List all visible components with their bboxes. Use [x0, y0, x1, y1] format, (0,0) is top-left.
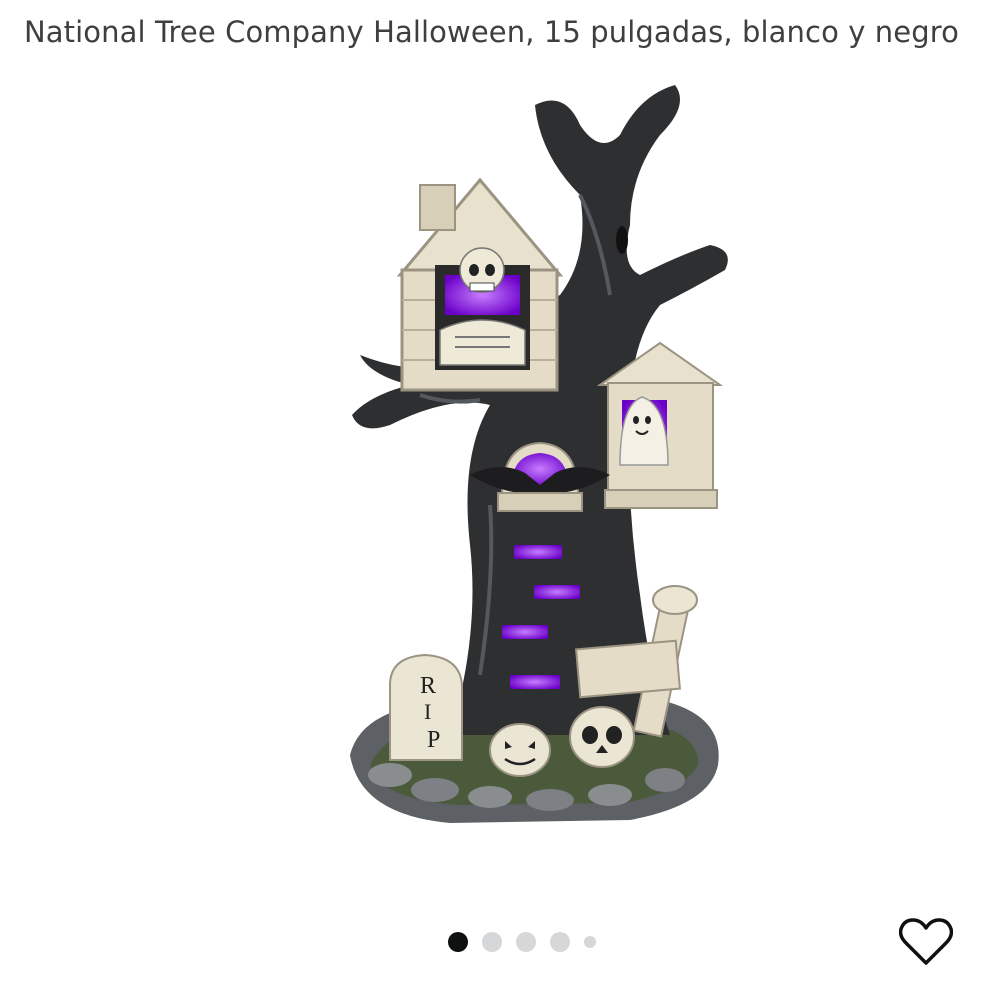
svg-text:P: P	[427, 727, 440, 753]
svg-text:R: R	[420, 673, 436, 699]
svg-text:I: I	[424, 699, 431, 724]
treehouse	[396, 177, 564, 392]
pumpkin	[489, 723, 551, 777]
product-title: National Tree Company Halloween, 15 pulg…	[24, 15, 959, 49]
carousel-indicator	[448, 931, 596, 953]
carousel-dot-2[interactable]	[482, 932, 502, 952]
carousel-dot-1[interactable]	[448, 932, 468, 952]
heart-outline-icon	[899, 918, 953, 965]
product-image[interactable]: R I P	[330, 75, 750, 845]
wishlist-button[interactable]	[896, 912, 956, 972]
carousel-dot-5[interactable]	[584, 936, 596, 948]
carousel-dot-4[interactable]	[550, 932, 570, 952]
tombstone: R I P	[389, 653, 463, 761]
carousel-dot-3[interactable]	[516, 932, 536, 952]
